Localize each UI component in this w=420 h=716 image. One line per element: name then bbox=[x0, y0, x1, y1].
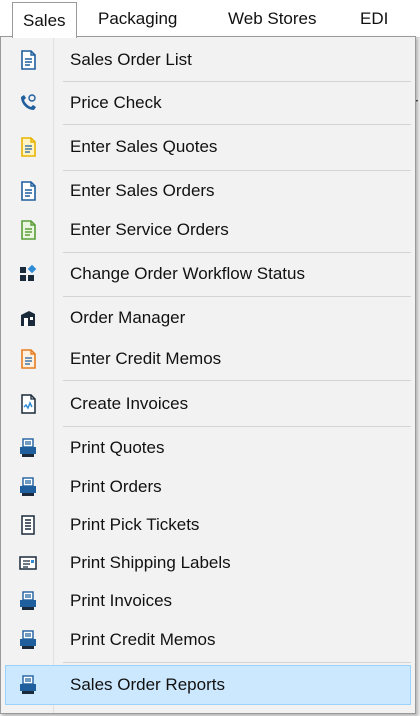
menu-item-label: Enter Credit Memos bbox=[70, 349, 222, 368]
menu-separator bbox=[63, 170, 411, 171]
menu-separator bbox=[63, 380, 411, 381]
menu-item-label: Print Invoices bbox=[70, 591, 173, 610]
menu-item-create-invoices[interactable]: Create Invoices bbox=[5, 385, 411, 423]
printer-icon bbox=[6, 430, 50, 466]
menu-bar: Sales Packaging Web Stores EDI bbox=[0, 0, 420, 38]
shipping-label-icon bbox=[6, 545, 50, 581]
menu-item-print-shipping-labels[interactable]: Print Shipping Labels bbox=[5, 544, 411, 582]
menu-item-label: Order Manager bbox=[70, 308, 186, 327]
printer-icon bbox=[6, 583, 50, 619]
pick-ticket-icon bbox=[6, 507, 50, 543]
menu-item-label: Enter Service Orders bbox=[70, 220, 229, 239]
menu-item-print-credit-memos[interactable]: Print Credit Memos bbox=[5, 621, 411, 659]
menu-packaging[interactable]: Packaging bbox=[86, 3, 189, 35]
menu-separator bbox=[63, 124, 411, 125]
menu-item-label: Price Check bbox=[70, 93, 162, 112]
menu-item-enter-service-orders[interactable]: Enter Service Orders bbox=[5, 211, 411, 249]
workflow-icon bbox=[6, 256, 50, 292]
document-icon bbox=[6, 42, 50, 78]
menu-separator bbox=[63, 662, 411, 663]
menu-item-label: Enter Sales Orders bbox=[70, 181, 215, 200]
menu-item-order-manager[interactable]: Order Manager bbox=[5, 299, 411, 337]
menu-item-print-orders[interactable]: Print Orders bbox=[5, 468, 411, 506]
menu-sales-label: Sales bbox=[23, 10, 66, 30]
menu-web-stores[interactable]: Web Stores bbox=[216, 3, 329, 35]
menu-item-label: Enter Sales Quotes bbox=[70, 137, 218, 156]
menu-item-enter-credit-memos[interactable]: Enter Credit Memos bbox=[5, 340, 411, 378]
orange-document-icon bbox=[6, 341, 50, 377]
menu-item-label: Sales Order Reports bbox=[70, 675, 225, 694]
menu-item-label: Create Invoices bbox=[70, 394, 189, 413]
menu-item-print-pick-tickets[interactable]: Print Pick Tickets bbox=[5, 506, 411, 544]
yellow-document-icon bbox=[6, 129, 50, 165]
printer-icon bbox=[6, 666, 50, 704]
printer-icon bbox=[6, 469, 50, 505]
manager-icon bbox=[6, 300, 50, 336]
menu-separator bbox=[63, 426, 411, 427]
invoice-icon bbox=[6, 386, 50, 422]
green-document-icon bbox=[6, 212, 50, 248]
menu-separator bbox=[63, 81, 411, 82]
sales-dropdown-menu: Sales Order List Price Check Enter Sales… bbox=[0, 36, 416, 714]
menu-item-label: Print Pick Tickets bbox=[70, 515, 200, 534]
menu-item-print-quotes[interactable]: Print Quotes bbox=[5, 429, 411, 467]
document-icon bbox=[6, 173, 50, 209]
menu-edi-label: EDI bbox=[360, 9, 389, 28]
menu-sales[interactable]: Sales bbox=[12, 2, 77, 38]
menu-item-label: Print Shipping Labels bbox=[70, 553, 231, 572]
menu-item-label: Print Quotes bbox=[70, 438, 165, 457]
menu-separator bbox=[63, 252, 411, 253]
menu-separator bbox=[63, 296, 411, 297]
menu-item-label: Change Order Workflow Status bbox=[70, 264, 305, 283]
menu-item-print-invoices[interactable]: Print Invoices bbox=[5, 582, 411, 620]
menu-packaging-label: Packaging bbox=[98, 9, 178, 28]
menu-web-stores-label: Web Stores bbox=[228, 9, 317, 28]
menu-item-price-check[interactable]: Price Check bbox=[5, 84, 411, 122]
menu-item-sales-order-reports[interactable]: Sales Order Reports bbox=[5, 665, 411, 705]
menu-edi[interactable]: EDI bbox=[348, 3, 400, 35]
menu-item-change-order-workflow-status[interactable]: Change Order Workflow Status bbox=[5, 255, 411, 293]
menu-item-label: Print Orders bbox=[70, 477, 162, 496]
printer-icon bbox=[6, 622, 50, 658]
menu-item-label: Sales Order List bbox=[70, 50, 192, 69]
phone-icon bbox=[6, 85, 50, 121]
menu-item-enter-sales-orders[interactable]: Enter Sales Orders bbox=[5, 172, 411, 210]
menu-item-label: Print Credit Memos bbox=[70, 630, 216, 649]
menu-item-sales-order-list[interactable]: Sales Order List bbox=[5, 41, 411, 79]
menu-item-enter-sales-quotes[interactable]: Enter Sales Quotes bbox=[5, 128, 411, 166]
